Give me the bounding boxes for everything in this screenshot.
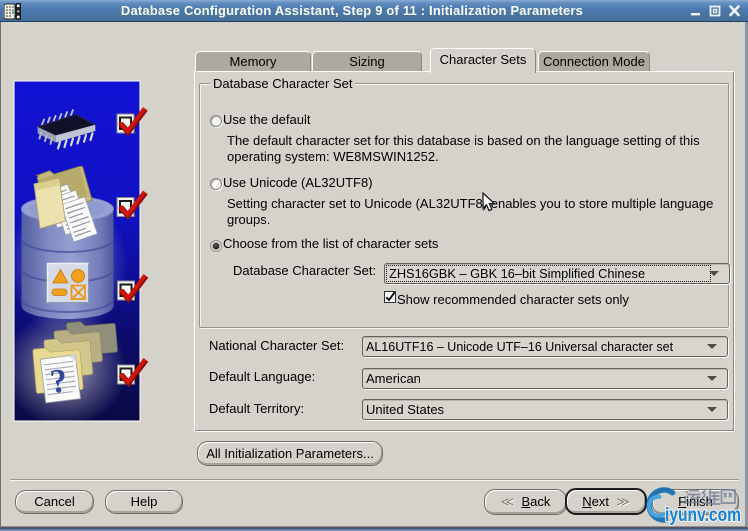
svg-text:iyunv.com: iyunv.com [665, 505, 741, 526]
